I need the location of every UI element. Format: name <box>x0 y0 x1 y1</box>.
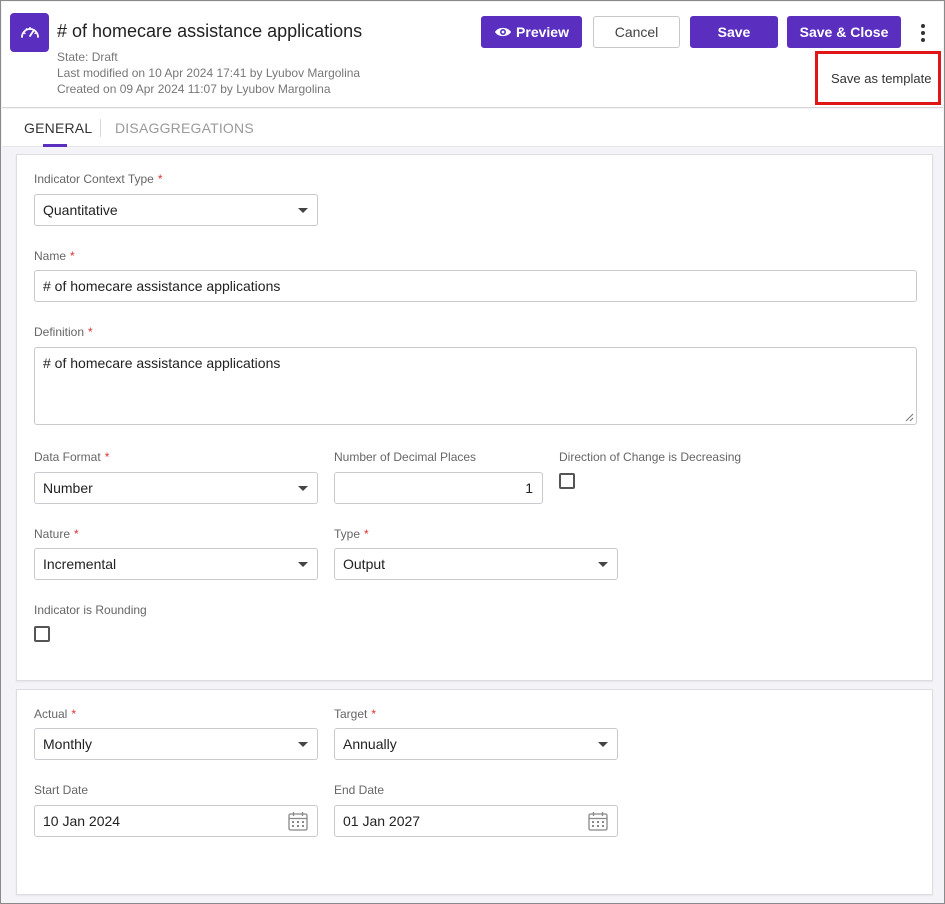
decimal-places-label: Number of Decimal Places <box>334 450 477 464</box>
direction-decreasing-checkbox[interactable] <box>559 473 575 489</box>
preview-label: Preview <box>516 24 569 40</box>
data-format-label: Data Format * <box>34 450 110 464</box>
tab-general[interactable]: GENERAL <box>24 120 92 136</box>
indicator-editor-window: # of homecare assistance applications St… <box>0 0 945 904</box>
chevron-down-icon <box>298 208 308 213</box>
target-select[interactable]: Annually <box>334 728 618 760</box>
definition-label: Definition * <box>34 325 93 339</box>
eye-icon <box>494 26 512 38</box>
preview-button[interactable]: Preview <box>481 16 582 48</box>
highlight-box <box>815 51 941 105</box>
last-modified-text: Last modified on 10 Apr 2024 17:41 by Ly… <box>57 66 361 80</box>
chevron-down-icon <box>298 486 308 491</box>
start-date-input[interactable]: 10 Jan 2024 <box>34 805 318 837</box>
target-label: Target * <box>334 707 377 721</box>
actual-label: Actual * <box>34 707 77 721</box>
decimal-places-input[interactable]: 1 <box>334 472 543 504</box>
cancel-button[interactable]: Cancel <box>593 16 680 48</box>
end-date-input[interactable]: 01 Jan 2027 <box>334 805 618 837</box>
created-text: Created on 09 Apr 2024 11:07 by Lyubov M… <box>57 82 331 96</box>
rounding-label: Indicator is Rounding <box>34 603 147 617</box>
name-input[interactable]: # of homecare assistance applications <box>34 270 917 302</box>
chevron-down-icon <box>598 742 608 747</box>
speedometer-icon <box>10 13 49 52</box>
definition-textarea[interactable]: # of homecare assistance applications <box>34 347 917 425</box>
context-type-select[interactable]: Quantitative <box>34 194 318 226</box>
general-card: Indicator Context Type * Quantitative Nam… <box>16 154 933 681</box>
data-format-select[interactable]: Number <box>34 472 318 504</box>
name-label: Name * <box>34 249 75 263</box>
resize-handle-icon[interactable] <box>905 413 914 422</box>
active-tab-indicator <box>43 144 67 147</box>
state-text: State: Draft <box>57 50 118 64</box>
direction-decreasing-label: Direction of Change is Decreasing <box>559 450 742 464</box>
actual-select[interactable]: Monthly <box>34 728 318 760</box>
header: # of homecare assistance applications St… <box>2 2 943 108</box>
context-type-label: Indicator Context Type * <box>34 172 163 186</box>
save-button[interactable]: Save <box>690 16 778 48</box>
save-close-button[interactable]: Save & Close <box>787 16 901 48</box>
schedule-card: Actual * Monthly Target * Annually Start D… <box>16 689 933 895</box>
more-options-icon[interactable] <box>913 20 933 46</box>
chevron-down-icon <box>298 742 308 747</box>
end-date-label: End Date <box>334 783 385 797</box>
chevron-down-icon <box>598 562 608 567</box>
calendar-icon[interactable] <box>287 810 309 832</box>
nature-label: Nature * <box>34 527 79 541</box>
type-label: Type * <box>334 527 369 541</box>
start-date-label: Start Date <box>34 783 89 797</box>
chevron-down-icon <box>298 562 308 567</box>
rounding-checkbox[interactable] <box>34 626 50 642</box>
tab-disaggregations[interactable]: DISAGGREGATIONS <box>115 120 254 136</box>
page-title: # of homecare assistance applications <box>57 21 363 41</box>
calendar-icon[interactable] <box>587 810 609 832</box>
nature-select[interactable]: Incremental <box>34 548 318 580</box>
type-select[interactable]: Output <box>334 548 618 580</box>
tab-divider <box>100 119 101 137</box>
tab-bar: GENERAL DISAGGREGATIONS <box>2 109 943 147</box>
